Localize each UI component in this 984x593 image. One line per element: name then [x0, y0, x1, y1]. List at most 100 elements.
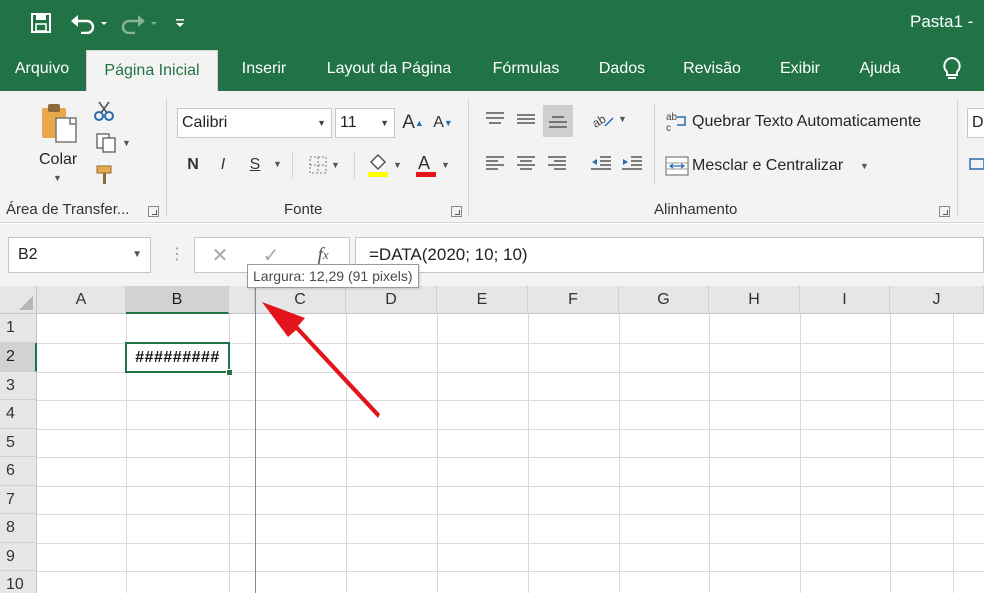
- select-all-button[interactable]: [0, 286, 37, 314]
- align-bottom-icon[interactable]: [543, 105, 573, 137]
- align-top-icon[interactable]: [481, 105, 509, 133]
- column-header-j[interactable]: J: [890, 286, 984, 314]
- underline-button[interactable]: S: [243, 151, 267, 179]
- tab-pagina-inicial[interactable]: Página Inicial: [86, 50, 218, 91]
- align-center-icon[interactable]: [512, 149, 540, 177]
- row-header-6[interactable]: 6: [0, 457, 37, 486]
- gridline: [528, 314, 529, 593]
- increase-font-icon[interactable]: A ▲: [400, 109, 426, 137]
- bold-button[interactable]: N: [181, 151, 205, 179]
- column-width-tooltip: Largura: 12,29 (91 pixels): [247, 264, 419, 288]
- number-format-value: D: [972, 114, 984, 131]
- column-header-c-hidden[interactable]: [229, 286, 255, 314]
- redo-icon[interactable]: [118, 8, 160, 38]
- column-header-e[interactable]: E: [437, 286, 528, 314]
- clipboard-group-label: Área de Transfer...: [6, 201, 130, 218]
- align-middle-icon[interactable]: [512, 105, 540, 133]
- italic-button[interactable]: I: [211, 151, 235, 179]
- cut-icon[interactable]: [92, 99, 116, 123]
- paste-dropdown-icon[interactable]: ▼: [53, 173, 62, 183]
- row-header-10[interactable]: 10: [0, 571, 37, 593]
- row-header-5[interactable]: 5: [0, 429, 37, 457]
- column-resize-guide[interactable]: [255, 286, 256, 593]
- lightbulb-icon[interactable]: [940, 56, 964, 87]
- underline-dropdown-icon[interactable]: ▼: [273, 159, 282, 169]
- gridline: [37, 429, 984, 430]
- ribbon-tabs: Arquivo Página Inicial Inserir Layout da…: [0, 46, 984, 91]
- font-launcher-icon[interactable]: [451, 206, 462, 217]
- merge-dropdown-icon[interactable]: ▼: [860, 161, 869, 171]
- decrease-font-icon[interactable]: A ▼: [430, 109, 456, 137]
- align-right-icon[interactable]: [543, 149, 571, 177]
- clipboard-launcher-icon[interactable]: [148, 206, 159, 217]
- gridline: [37, 514, 984, 515]
- column-header-b[interactable]: B: [126, 286, 229, 314]
- font-size-value: 11: [340, 114, 357, 131]
- column-header-f[interactable]: F: [528, 286, 619, 314]
- tab-arquivo[interactable]: Arquivo: [0, 46, 84, 91]
- currency-format-icon[interactable]: [968, 153, 984, 175]
- chevron-down-icon: ▼: [317, 118, 326, 128]
- font-group-label: Fonte: [284, 201, 323, 218]
- tab-inserir[interactable]: Inserir: [228, 46, 300, 91]
- borders-icon[interactable]: ▼: [302, 151, 346, 179]
- row-header-1[interactable]: 1: [0, 314, 37, 343]
- row-header-7[interactable]: 7: [0, 486, 37, 514]
- column-header-a[interactable]: A: [37, 286, 126, 314]
- wrap-text-icon[interactable]: ab c: [664, 109, 690, 135]
- merge-center-button[interactable]: Mesclar e Centralizar: [692, 157, 843, 175]
- increase-indent-icon[interactable]: [618, 149, 646, 177]
- fill-color-icon[interactable]: ▼: [362, 149, 406, 181]
- align-left-icon[interactable]: [481, 149, 509, 177]
- chevron-down-icon: ▼: [380, 118, 389, 128]
- orientation-icon[interactable]: ab ▼: [587, 105, 631, 133]
- row-header-8[interactable]: 8: [0, 514, 37, 543]
- gridline: [709, 314, 710, 593]
- undo-icon[interactable]: [68, 8, 110, 38]
- font-name-combo[interactable]: Calibri ▼: [177, 108, 332, 138]
- row-header-2[interactable]: 2: [0, 343, 37, 372]
- tab-layout-da-pagina[interactable]: Layout da Página: [314, 46, 464, 91]
- name-box[interactable]: B2 ▼: [8, 237, 151, 273]
- formula-bar-area: B2 ▼ ⋮ ✕ ✓ fx =DATA(2020; 10; 10): [0, 224, 984, 286]
- row-header-4[interactable]: 4: [0, 400, 37, 429]
- column-header-i[interactable]: I: [800, 286, 890, 314]
- column-header-h[interactable]: H: [709, 286, 800, 314]
- tab-exibir[interactable]: Exibir: [768, 46, 832, 91]
- customize-qat-icon[interactable]: [170, 8, 190, 38]
- tab-dados[interactable]: Dados: [588, 46, 656, 91]
- row-header-9[interactable]: 9: [0, 543, 37, 571]
- paste-label[interactable]: Colar: [39, 151, 77, 169]
- column-header-d[interactable]: D: [346, 286, 437, 314]
- alignment-launcher-icon[interactable]: [939, 206, 950, 217]
- decrease-indent-icon[interactable]: [587, 149, 615, 177]
- gridline: [37, 400, 984, 401]
- tab-ajuda[interactable]: Ajuda: [846, 46, 914, 91]
- paste-icon[interactable]: [34, 99, 84, 147]
- active-cell-b2[interactable]: #########: [125, 342, 230, 373]
- font-color-icon[interactable]: A ▼: [410, 149, 454, 181]
- gridline: [953, 314, 954, 593]
- copy-icon[interactable]: ▼: [92, 131, 134, 155]
- merge-center-icon[interactable]: [664, 153, 690, 179]
- tab-formulas[interactable]: Fórmulas: [478, 46, 574, 91]
- tab-revisao[interactable]: Revisão: [670, 46, 754, 91]
- number-format-combo[interactable]: D: [967, 108, 984, 138]
- chevron-down-icon: ▼: [132, 249, 142, 260]
- wrap-text-button[interactable]: Quebrar Texto Automaticamente: [692, 113, 921, 131]
- gridline: [437, 314, 438, 593]
- cancel-icon[interactable]: ✕: [207, 242, 233, 268]
- ribbon: Colar ▼ ▼ Área de Transfer... Calibri ▼ 1…: [0, 91, 984, 223]
- fill-handle[interactable]: [226, 369, 233, 376]
- formula-input[interactable]: =DATA(2020; 10; 10): [355, 237, 984, 273]
- title-bar: Pasta1 -: [0, 0, 984, 46]
- column-header-c[interactable]: C: [255, 286, 346, 314]
- column-header-g[interactable]: G: [619, 286, 709, 314]
- row-header-3[interactable]: 3: [0, 372, 37, 400]
- group-separator: [654, 103, 655, 185]
- format-painter-icon[interactable]: [92, 163, 116, 187]
- group-separator: [166, 99, 167, 217]
- font-size-combo[interactable]: 11 ▼: [335, 108, 395, 138]
- alignment-group-label: Alinhamento: [654, 201, 738, 218]
- save-icon[interactable]: [26, 8, 56, 38]
